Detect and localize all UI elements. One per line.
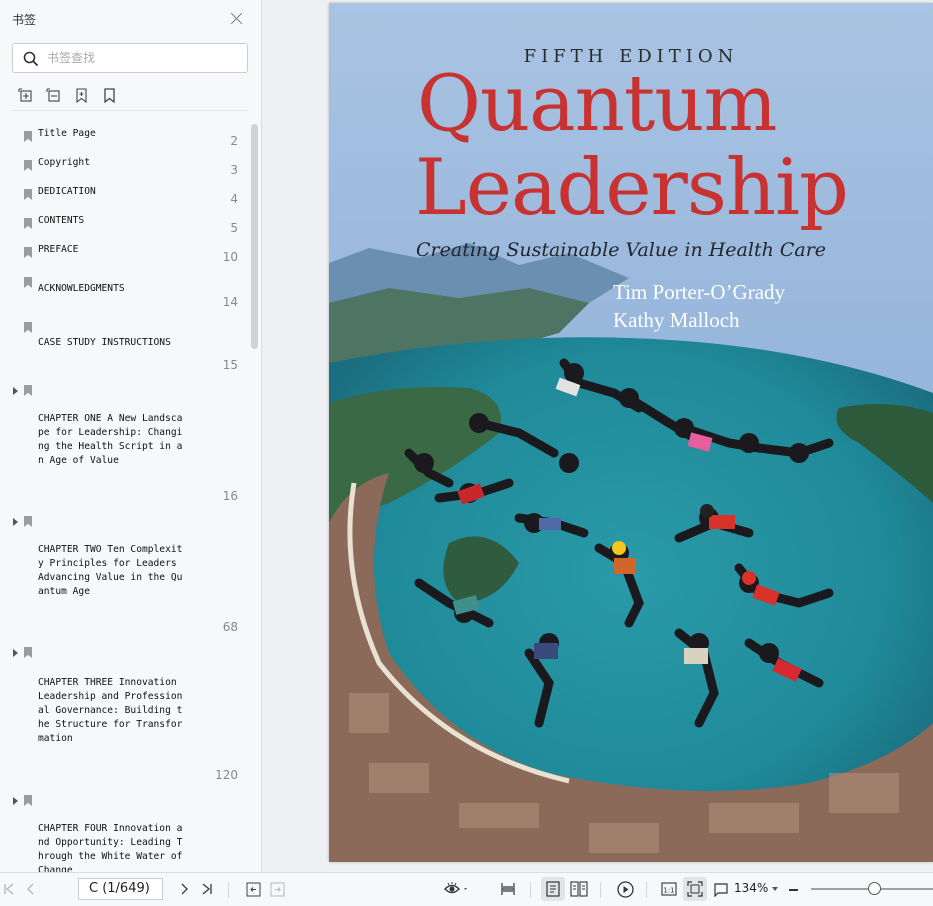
fit-width-icon[interactable]	[499, 880, 517, 898]
bookmark-page: 2	[230, 134, 238, 148]
bookmark-flag-icon	[24, 322, 32, 333]
bookmark-sidebar: 书签 Title Page 2 Copyright	[0, 0, 262, 873]
play-icon[interactable]	[616, 880, 634, 898]
bookmark-label: CHAPTER THREE Innovation Leadership and …	[38, 677, 183, 744]
sidebar-scrollbar[interactable]	[251, 124, 258, 349]
last-page-icon[interactable]	[198, 880, 216, 898]
bookmark-page: 68	[222, 620, 238, 634]
bookmark-page: 3	[230, 163, 238, 177]
page-frame-icon[interactable]	[712, 880, 730, 898]
bookmark-page: 16	[222, 489, 238, 503]
zoom-dropdown-icon[interactable]	[772, 887, 778, 891]
sidebar-divider	[12, 110, 248, 111]
bookmark-label: PREFACE	[38, 244, 79, 255]
bookmark-flag-icon	[24, 218, 32, 229]
add-bookmark-icon[interactable]	[74, 88, 89, 103]
bookmark-page: 5	[230, 221, 238, 235]
single-page-icon[interactable]	[544, 880, 562, 898]
bookmark-flag-icon	[24, 385, 32, 396]
zoom-level[interactable]: 134%	[734, 881, 768, 895]
toolbar-divider	[530, 882, 531, 898]
document-page-cover: FIFTH EDITION Quantum Leadership Creatin…	[329, 3, 933, 862]
bookmark-page: 14	[222, 295, 238, 309]
bookmark-page: 120	[215, 768, 238, 782]
rotate-right-icon[interactable]	[268, 880, 286, 898]
bookmark-toolbar	[18, 88, 117, 103]
svg-text:1:1: 1:1	[663, 887, 674, 895]
cover-author: Kathy Malloch	[613, 308, 740, 332]
document-viewer[interactable]: FIFTH EDITION Quantum Leadership Creatin…	[263, 0, 933, 872]
bookmark-flag-icon	[24, 160, 32, 171]
rotate-left-icon[interactable]	[244, 880, 262, 898]
bookmark-label: CHAPTER ONE A New Landscape for Leadersh…	[38, 413, 183, 466]
expand-caret-icon[interactable]	[13, 518, 18, 526]
bookmark-flag-icon	[24, 131, 32, 142]
bookmark-flag-icon	[24, 516, 32, 527]
expand-all-icon[interactable]	[18, 88, 33, 103]
bookmark-label: CASE STUDY INSTRUCTIONS	[38, 337, 171, 348]
bookmark-flag-icon	[24, 795, 32, 806]
first-page-icon[interactable]	[0, 880, 18, 898]
expand-caret-icon[interactable]	[13, 797, 18, 805]
zoom-out-icon[interactable]	[789, 889, 798, 891]
bookmark-label: CONTENTS	[38, 215, 85, 226]
bookmark-label: CHAPTER FOUR Innovation and Opportunity:…	[38, 823, 189, 873]
sidebar-title: 书签	[12, 13, 37, 27]
bookmark-label: CHAPTER TWO Ten Complexity Principles fo…	[38, 544, 183, 597]
bookmark-page: 15	[222, 358, 238, 372]
cover-title-line1: Quantum	[417, 59, 777, 149]
bookmark-flag-icon	[24, 277, 32, 288]
bookmark-label: ACKNOWLEDGMENTS	[38, 283, 125, 294]
eye-mode-icon[interactable]	[444, 880, 470, 898]
close-icon[interactable]	[230, 12, 243, 25]
actual-size-icon[interactable]: 1:1	[660, 880, 678, 898]
bookmark-search[interactable]	[12, 43, 248, 73]
bookmark-label: DEDICATION	[38, 186, 96, 197]
zoom-slider-thumb[interactable]	[868, 882, 882, 895]
bookmark-list: Title Page 2 Copyright 3 DEDICATION 4 CO…	[0, 113, 250, 873]
fit-page-icon[interactable]	[686, 880, 704, 898]
collapse-all-icon[interactable]	[46, 88, 61, 103]
bottom-toolbar: C (1/649) 1:1 134%	[0, 872, 933, 906]
toolbar-divider	[600, 882, 601, 898]
two-page-icon[interactable]	[570, 880, 588, 898]
cover-title-line2: Leadership	[415, 143, 849, 233]
bookmark-page: 4	[230, 192, 238, 206]
bookmark-flag-icon	[24, 647, 32, 658]
search-icon	[23, 51, 39, 67]
bookmark-flag-icon	[24, 247, 32, 258]
expand-caret-icon[interactable]	[13, 649, 18, 657]
toolbar-divider	[646, 882, 647, 898]
bookmark-flag-icon	[24, 189, 32, 200]
bookmark-icon[interactable]	[102, 88, 117, 103]
prev-page-icon[interactable]	[22, 880, 40, 898]
bookmark-label: Copyright	[38, 157, 90, 168]
bookmark-label: Title Page	[38, 128, 96, 139]
bookmark-page: 10	[222, 250, 238, 264]
pdf-reader-app: 书签 Title Page 2 Copyright	[0, 0, 933, 906]
expand-caret-icon[interactable]	[13, 387, 18, 395]
next-page-icon[interactable]	[175, 880, 193, 898]
toolbar-divider	[228, 882, 229, 898]
cover-subtitle: Creating Sustainable Value in Health Car…	[416, 239, 827, 261]
cover-author: Tim Porter-O’Grady	[613, 280, 786, 304]
page-number-input[interactable]: C (1/649)	[78, 878, 163, 900]
bookmark-search-input[interactable]	[47, 49, 237, 67]
